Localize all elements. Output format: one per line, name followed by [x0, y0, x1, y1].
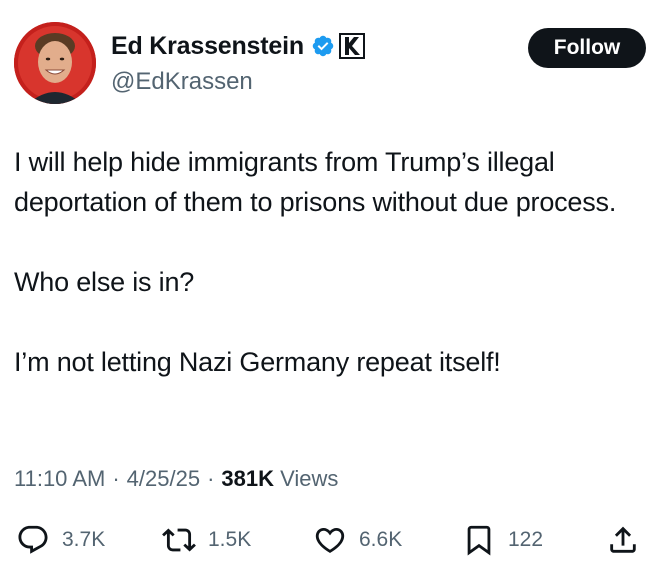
- meta-separator: ·: [112, 466, 120, 491]
- tweet-paragraph: Who else is in?: [14, 267, 195, 297]
- verified-badge-icon[interactable]: [311, 34, 335, 58]
- like-button[interactable]: 6.6K: [313, 520, 402, 560]
- k-affiliate-icon[interactable]: [338, 33, 365, 59]
- repost-button[interactable]: 1.5K: [162, 520, 251, 560]
- avatar[interactable]: [14, 22, 96, 104]
- tweet-paragraph: I’m not letting Nazi Germany repeat itse…: [14, 347, 501, 377]
- avatar-image: [14, 22, 96, 104]
- repost-icon: [162, 528, 196, 552]
- author-block: Ed Krassenstein @EdKrassen: [111, 30, 365, 96]
- views-count[interactable]: 381K: [221, 466, 274, 491]
- views-label: Views: [280, 466, 339, 491]
- repost-count: 1.5K: [208, 528, 252, 551]
- share-icon: [610, 526, 636, 553]
- share-button[interactable]: [606, 520, 640, 560]
- name-row: Ed Krassenstein: [111, 30, 365, 62]
- tweet-meta: 11:10 AM · 4/25/25 · 381K Views: [14, 466, 338, 492]
- author-handle[interactable]: @EdKrassen: [111, 68, 365, 96]
- follow-button[interactable]: Follow: [528, 28, 646, 68]
- heart-icon: [315, 527, 345, 553]
- like-count: 6.6K: [359, 528, 403, 551]
- bookmark-count: 122: [508, 528, 544, 551]
- reply-icon: [18, 525, 48, 554]
- bookmark-button[interactable]: 122: [462, 520, 543, 560]
- tweet-paragraph: I will help hide immigrants from Trump’s…: [14, 147, 617, 217]
- tweet-card: Ed Krassenstein @EdKrassen Follow I will…: [0, 0, 660, 574]
- tweet-date[interactable]: 4/25/25: [127, 466, 200, 491]
- meta-separator: ·: [207, 466, 215, 491]
- bookmark-icon: [467, 525, 491, 556]
- action-bar: 3.7K 1.5K 6.6K 122: [16, 520, 644, 560]
- tweet-time[interactable]: 11:10 AM: [14, 466, 105, 491]
- reply-count: 3.7K: [62, 528, 106, 551]
- tweet-text: I will help hide immigrants from Trump’s…: [14, 142, 644, 382]
- reply-button[interactable]: 3.7K: [16, 520, 105, 560]
- author-display-name[interactable]: Ed Krassenstein: [111, 32, 304, 61]
- tweet-header: Ed Krassenstein @EdKrassen Follow: [14, 22, 646, 108]
